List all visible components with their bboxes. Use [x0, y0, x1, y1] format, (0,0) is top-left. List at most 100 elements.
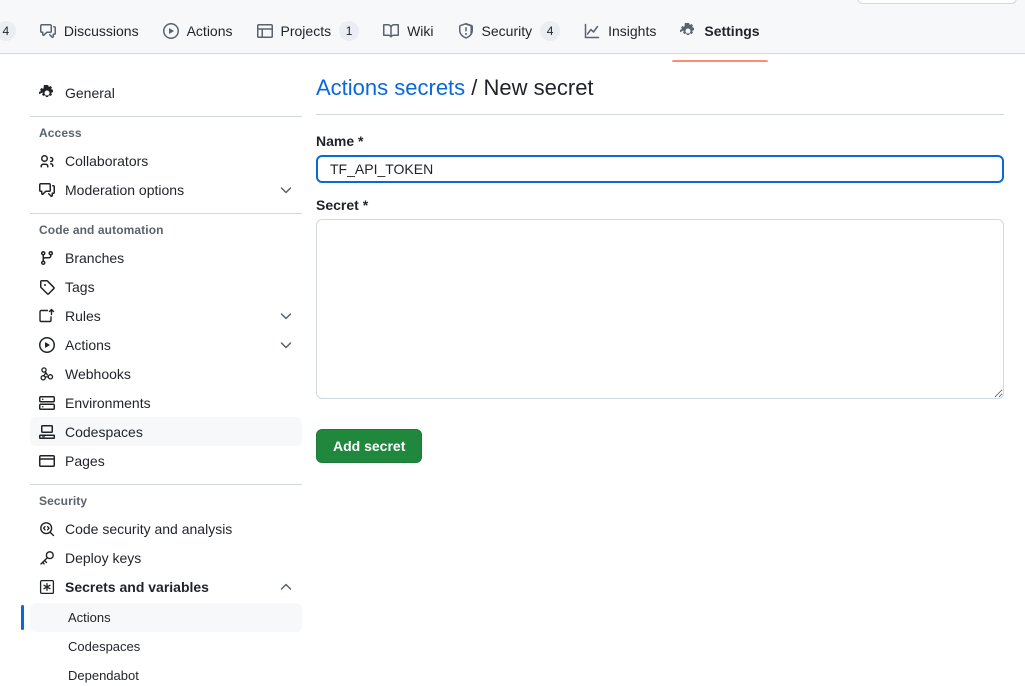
graph-icon: [584, 23, 600, 39]
add-secret-button[interactable]: Add secret: [316, 429, 422, 463]
page-title: Actions secrets / New secret: [316, 74, 1004, 102]
name-field-label: Name *: [316, 133, 1004, 149]
sidebar-section-title: Security: [30, 494, 302, 508]
sidebar-item-collaborators[interactable]: Collaborators: [30, 146, 302, 175]
sidebar-item-codespaces[interactable]: Codespaces: [30, 417, 302, 446]
sidebar-section-title: Code and automation: [30, 223, 302, 237]
repo-tab-insights[interactable]: Insights: [576, 11, 664, 51]
repo-tab-label: Projects: [281, 24, 332, 38]
sidebar-item-label: Environments: [65, 395, 294, 411]
repo-tab-label: Actions: [187, 24, 233, 38]
sidebar-item-rules[interactable]: Rules: [30, 301, 302, 330]
sidebar-item-label: Tags: [65, 279, 294, 295]
sidebar-item-label: Code security and analysis: [65, 521, 294, 537]
repo-tab-label: Security: [482, 24, 533, 38]
key-icon: [39, 550, 55, 566]
people-icon: [39, 153, 55, 169]
chevron-down-icon[interactable]: [278, 337, 294, 353]
active-tab-underline: [672, 60, 767, 62]
sidebar-divider: [30, 484, 302, 485]
sidebar-item-tags[interactable]: Tags: [30, 272, 302, 301]
sidebar-item-label: Rules: [65, 308, 268, 324]
repo-tab-security[interactable]: Security 4: [450, 11, 569, 51]
sidebar-divider: [30, 116, 302, 117]
breadcrumb-separator: /: [465, 75, 483, 100]
webhook-icon: [39, 366, 55, 382]
sidebar-divider: [30, 213, 302, 214]
repo-tab-discussions[interactable]: Discussions: [32, 11, 147, 51]
sidebar-item-label: Deploy keys: [65, 550, 294, 566]
repo-tab-counter: 1: [339, 21, 359, 41]
repo-tab-label: Insights: [608, 24, 656, 38]
rules-icon: [39, 308, 55, 324]
corner-chip: [857, 0, 1017, 4]
sidebar-section-title: Access: [30, 126, 302, 140]
chevron-down-icon[interactable]: [278, 308, 294, 324]
sidebar-item-pages[interactable]: Pages: [30, 446, 302, 475]
sidebar-item-label: Secrets and variables: [65, 579, 268, 595]
secret-field-label: Secret *: [316, 197, 1004, 213]
sidebar-sub-list: Actions Codespaces Dependabot: [30, 603, 302, 686]
repo-tab-bar: sts4 Discussions Actions Projects 1 Wiki Secur…: [0, 0, 1025, 54]
sidebar-item-label: Pages: [65, 453, 294, 469]
main-content: Actions secrets / New secret Name * Secr…: [302, 66, 1025, 463]
shield-icon: [458, 23, 474, 39]
sidebar-item-moderation-options[interactable]: Moderation options: [30, 175, 302, 204]
codespaces-icon: [39, 424, 55, 440]
comment-discussion-icon: [39, 182, 55, 198]
sidebar-item-label: Codespaces: [65, 424, 294, 440]
sidebar-item-label: General: [65, 85, 294, 101]
settings-sidebar: General Access Collaborators Moderation opt…: [0, 66, 302, 686]
secret-name-input[interactable]: [316, 155, 1004, 183]
title-divider: [316, 114, 1004, 115]
repo-tab-projects[interactable]: Projects 1: [249, 11, 368, 51]
repo-tab-counter: 4: [0, 21, 16, 41]
name-field-block: Name *: [316, 133, 1004, 183]
gear-icon: [680, 23, 696, 39]
repo-tab-label: Wiki: [407, 24, 433, 38]
repo-tab-label: Discussions: [64, 24, 139, 38]
secret-field-block: Secret *: [316, 197, 1004, 399]
breadcrumb-link-actions-secrets[interactable]: Actions secrets: [316, 75, 465, 100]
tag-icon: [39, 279, 55, 295]
sidebar-item-label: Branches: [65, 250, 294, 266]
sidebar-subitem-label: Dependabot: [68, 668, 139, 683]
sidebar-subitem-codespaces[interactable]: Codespaces: [30, 632, 302, 661]
sidebar-item-branches[interactable]: Branches: [30, 243, 302, 272]
sidebar-item-actions[interactable]: Actions: [30, 330, 302, 359]
asterisk-box-icon: [39, 579, 55, 595]
chevron-down-icon[interactable]: [278, 182, 294, 198]
sidebar-item-label: Actions: [65, 337, 268, 353]
git-branch-icon: [39, 250, 55, 266]
secret-value-textarea[interactable]: [316, 219, 1004, 399]
browser-icon: [39, 453, 55, 469]
book-icon: [383, 23, 399, 39]
sidebar-item-secrets-and-variables[interactable]: Secrets and variables: [30, 572, 302, 601]
sidebar-item-code-security-and-analysis[interactable]: Code security and analysis: [30, 514, 302, 543]
chevron-up-icon[interactable]: [278, 579, 294, 595]
repo-tab-wiki[interactable]: Wiki: [375, 11, 441, 51]
sidebar-subitem-label: Actions: [68, 610, 111, 625]
repo-tab-actions[interactable]: Actions: [155, 11, 241, 51]
breadcrumb-current: New secret: [484, 75, 594, 100]
server-icon: [39, 395, 55, 411]
sidebar-item-label: Moderation options: [65, 182, 268, 198]
repo-tab-label: Settings: [704, 24, 759, 38]
sidebar-item-webhooks[interactable]: Webhooks: [30, 359, 302, 388]
page-body: General Access Collaborators Moderation opt…: [0, 54, 1025, 686]
sidebar-item-environments[interactable]: Environments: [30, 388, 302, 417]
repo-tab-settings[interactable]: Settings: [672, 11, 767, 51]
repo-tab-counter: 4: [540, 21, 560, 41]
sidebar-subitem-label: Codespaces: [68, 639, 140, 654]
sidebar-subitem-actions[interactable]: Actions: [30, 603, 302, 632]
repo-tab-sts[interactable]: sts4: [0, 11, 24, 51]
repo-navigation: sts4 Discussions Actions Projects 1 Wiki Secur…: [0, 0, 1025, 53]
gear-icon: [39, 85, 55, 101]
sidebar-item-label: Webhooks: [65, 366, 294, 382]
sidebar-item-label: Collaborators: [65, 153, 294, 169]
table-icon: [257, 23, 273, 39]
sidebar-subitem-dependabot[interactable]: Dependabot: [30, 661, 302, 686]
comment-discussion-icon: [40, 23, 56, 39]
sidebar-item-general[interactable]: General: [30, 78, 302, 107]
sidebar-item-deploy-keys[interactable]: Deploy keys: [30, 543, 302, 572]
